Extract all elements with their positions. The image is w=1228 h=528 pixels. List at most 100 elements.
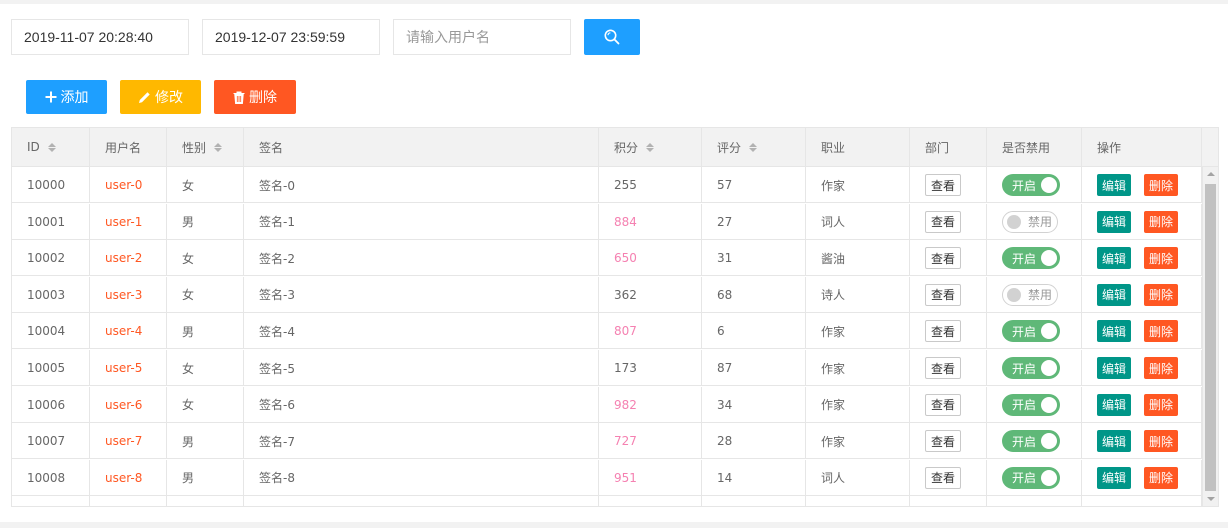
row-edit-button[interactable]: 编辑 — [1097, 283, 1132, 306]
cell-rating: 31 — [702, 240, 806, 277]
cell-job: 诗人 — [806, 276, 910, 313]
cell-dept: 查看 — [910, 203, 987, 240]
row-delete-button[interactable]: 删除 — [1144, 320, 1179, 343]
edit-button[interactable]: 修改 — [120, 80, 201, 114]
cell-username-link[interactable]: user-5 — [105, 361, 142, 375]
add-button[interactable]: 添加 — [26, 80, 107, 114]
toggle-knob — [1007, 287, 1021, 302]
disable-toggle[interactable]: 开启 — [1002, 247, 1060, 270]
view-dept-button[interactable]: 查看 — [925, 283, 962, 306]
cell-job: 词人 — [821, 471, 846, 486]
disable-toggle[interactable]: 开启 — [1002, 174, 1060, 196]
row-edit-button[interactable]: 编辑 — [1097, 466, 1132, 489]
start-date-input[interactable] — [11, 19, 189, 55]
end-date-input[interactable] — [202, 19, 380, 55]
cell-username: user-3 — [90, 276, 167, 313]
disable-toggle[interactable]: 开启 — [1002, 430, 1060, 453]
cell-sign: 签名-0 — [244, 167, 599, 203]
cell-job: 作家 — [821, 324, 846, 339]
cell-sign: 签名-6 — [259, 398, 295, 413]
table-scrollbar[interactable] — [1202, 167, 1218, 506]
toggle-label: 开启 — [1012, 361, 1037, 376]
row-delete-button[interactable]: 删除 — [1144, 210, 1179, 233]
row-delete-button[interactable]: 删除 — [1144, 174, 1179, 196]
row-delete-button[interactable]: 删除 — [1144, 466, 1179, 489]
disable-toggle[interactable]: 开启 — [1002, 393, 1060, 416]
view-dept-button[interactable]: 查看 — [925, 320, 962, 343]
cell-username-link[interactable]: user-7 — [105, 434, 142, 448]
cell-sign: 签名-8 — [244, 459, 599, 496]
cell-id: 10004 — [12, 313, 90, 350]
view-dept-button[interactable]: 查看 — [925, 393, 962, 416]
cell-dept: 查看 — [910, 386, 987, 423]
username-search-input[interactable] — [393, 19, 571, 55]
view-dept-button[interactable]: 查看 — [925, 247, 962, 270]
row-edit-button[interactable]: 编辑 — [1097, 430, 1132, 453]
column-header-id[interactable]: ID — [12, 128, 90, 166]
view-dept-button[interactable]: 查看 — [925, 357, 962, 379]
cell-gender: 男 — [167, 459, 244, 496]
cell-username-link[interactable]: user-4 — [105, 324, 142, 338]
scroll-down-icon[interactable] — [1207, 497, 1215, 501]
view-dept-button[interactable]: 查看 — [925, 430, 962, 453]
row-edit-button[interactable]: 编辑 — [1097, 247, 1132, 270]
cell-username-link[interactable]: user-8 — [105, 471, 142, 485]
cell-gender: 女 — [182, 178, 195, 193]
disable-toggle[interactable]: 禁用 — [1002, 210, 1058, 233]
disable-toggle[interactable]: 禁用 — [1002, 283, 1058, 306]
toggle-label: 开启 — [1012, 178, 1037, 193]
cell-actions: 编辑 删除 — [1082, 459, 1202, 496]
scroll-up-icon[interactable] — [1207, 172, 1215, 176]
cell-sign: 签名-6 — [244, 386, 599, 423]
cell-id: 10007 — [12, 423, 90, 460]
row-delete-button[interactable]: 删除 — [1144, 430, 1179, 453]
sort-icon[interactable] — [214, 142, 223, 152]
disable-toggle[interactable]: 开启 — [1002, 320, 1060, 343]
row-edit-button[interactable]: 编辑 — [1097, 393, 1132, 416]
disable-toggle[interactable]: 开启 — [1002, 466, 1060, 489]
cell-username-link[interactable]: user-3 — [105, 288, 142, 302]
cell-sign: 签名-5 — [259, 361, 295, 376]
row-edit-button[interactable]: 编辑 — [1097, 174, 1132, 196]
search-button[interactable] — [584, 19, 640, 55]
row-edit-button[interactable]: 编辑 — [1097, 210, 1132, 233]
cell-gender: 女 — [167, 350, 244, 386]
row-delete-button[interactable]: 删除 — [1144, 247, 1179, 270]
view-dept-button[interactable]: 查看 — [925, 210, 962, 233]
cell-username-link[interactable]: user-2 — [105, 251, 142, 265]
cell-disabled: 开启 — [987, 423, 1082, 460]
scrollbar-thumb[interactable] — [1205, 184, 1216, 491]
cell-rating: 6 — [717, 324, 725, 339]
disable-toggle[interactable]: 开启 — [1002, 357, 1060, 379]
cell-actions: 编辑 删除 — [1082, 276, 1202, 313]
toggle-knob — [1041, 433, 1057, 450]
row-delete-button[interactable]: 删除 — [1144, 357, 1179, 379]
column-header-score[interactable]: 积分 — [599, 128, 702, 166]
column-header-gender[interactable]: 性别 — [167, 128, 244, 166]
sort-icon[interactable] — [646, 142, 655, 152]
sort-icon[interactable] — [47, 142, 56, 152]
cell-username-link[interactable]: user-1 — [105, 215, 142, 229]
toggle-label: 开启 — [1012, 434, 1037, 449]
view-dept-button[interactable]: 查看 — [925, 174, 962, 196]
delete-button[interactable]: 删除 — [214, 80, 296, 114]
cell-gender: 男 — [182, 215, 195, 230]
cell-id: 10007 — [27, 434, 66, 449]
cell-empty — [987, 496, 1082, 506]
column-header-rating[interactable]: 评分 — [702, 128, 806, 166]
toggle-label: 开启 — [1012, 324, 1037, 339]
sort-icon[interactable] — [749, 142, 758, 152]
row-edit-button[interactable]: 编辑 — [1097, 320, 1132, 343]
column-header-label: 性别 — [182, 140, 207, 155]
cell-score: 951 — [599, 459, 702, 496]
row-delete-button[interactable]: 删除 — [1144, 283, 1179, 306]
cell-dept: 查看 — [910, 313, 987, 350]
row-delete-button[interactable]: 删除 — [1144, 393, 1179, 416]
cell-rating: 28 — [717, 434, 733, 449]
cell-score: 255 — [614, 178, 637, 192]
view-dept-button[interactable]: 查看 — [925, 466, 962, 489]
cell-username-link[interactable]: user-0 — [105, 178, 142, 192]
row-edit-button[interactable]: 编辑 — [1097, 357, 1132, 379]
cell-gender: 男 — [167, 203, 244, 240]
cell-username-link[interactable]: user-6 — [105, 398, 142, 412]
